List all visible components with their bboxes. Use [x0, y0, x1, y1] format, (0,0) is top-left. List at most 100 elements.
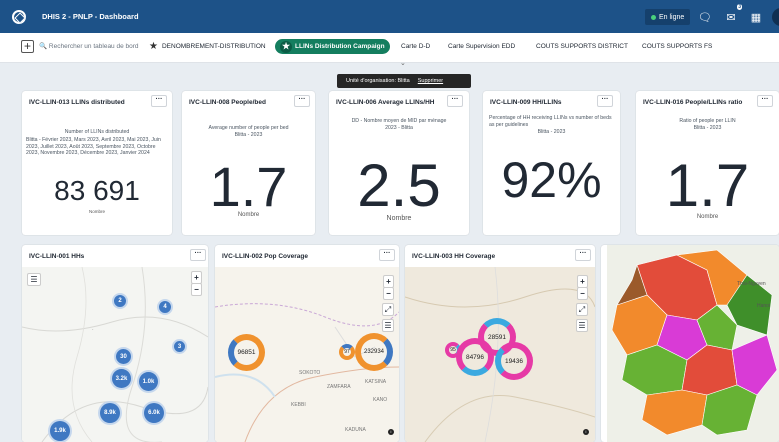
map-card-choropleth: Thai-Nguyen Hanoi	[601, 245, 779, 442]
map-place-label: SOKOTO	[299, 370, 321, 376]
more-options-button[interactable]: ···	[294, 95, 310, 107]
more-options-button[interactable]: ···	[575, 249, 591, 261]
map-card-pop-coverage: IVC-LLIN-002 Pop Coverage ··· + − ⤢ ☰ 96…	[215, 245, 399, 442]
map-cluster[interactable]: 6.0k	[142, 401, 166, 425]
card-period: Blitta - 2023	[693, 125, 722, 131]
map-cluster[interactable]: 4	[157, 299, 173, 315]
legend-icon[interactable]: ☰	[576, 319, 588, 332]
card-value: 2.5	[357, 152, 441, 219]
zoom-out-button[interactable]: −	[191, 283, 202, 296]
org-unit-text: Unité d'organisation: Blitta	[346, 78, 410, 84]
zoom-out-button[interactable]: −	[577, 287, 588, 300]
dashboard-bar: + 🔍 Rechercher un tableau de bord DENOMB…	[0, 33, 779, 63]
ring-value: 232934	[363, 349, 385, 355]
dashboard-chip-carte-supervision[interactable]: Carte Supervision EDD	[443, 39, 520, 54]
map-card-hh-coverage: IVC-LLIN-003 HH Coverage ··· + − ⤢ ☰ 285…	[405, 245, 595, 442]
more-options-button[interactable]: ···	[190, 249, 206, 261]
hh-coverage-ring[interactable]: 19436	[495, 342, 533, 380]
hh-coverage-ring[interactable]: 84796	[456, 338, 494, 376]
card-value: 92%	[501, 152, 602, 208]
card-title: IVC-LLIN-009 HH/LLINs	[490, 99, 562, 106]
messages-icon[interactable]: ✉ 3	[723, 4, 742, 25]
card-unit: Nombre	[237, 212, 260, 218]
more-options-button[interactable]: ···	[379, 249, 395, 261]
map-place-label: Hanoi	[757, 303, 771, 309]
card-period: Blitta - 2023	[234, 132, 263, 138]
card-period: Blitta - Février 2023, Mars 2023, Avril …	[26, 137, 161, 156]
online-dot-icon	[651, 14, 656, 20]
card-description: Percentage of HH receiving LLINs vs numb…	[489, 115, 612, 128]
card-value: 83 691	[54, 175, 140, 206]
more-options-button[interactable]: ···	[597, 95, 613, 107]
map-card-hhs: IVC-LLIN-001 HHs ··· ☰ + − · 2 4 3 30 3.…	[22, 245, 208, 442]
dashboard-chip-carte-dd[interactable]: Carte D-D	[396, 39, 435, 54]
dashboard-chip-couts-district[interactable]: COUTS SUPPORTS DISTRICT	[531, 39, 633, 54]
card-description: DD - Nombre moyen de MID par ménage	[351, 118, 447, 124]
card-description: Ratio of people per LLIN	[679, 118, 736, 124]
ring-value: 96851	[237, 349, 256, 356]
card-title: IVC-LLIN-001 HHs	[29, 253, 85, 260]
map-cluster[interactable]: 8.9k	[98, 401, 122, 425]
fullscreen-icon[interactable]: ⤢	[382, 303, 394, 316]
card-people-per-bed: IVC-LLIN-008 People/bed ··· Average numb…	[182, 91, 315, 235]
map-cluster[interactable]: 1.0k	[137, 370, 160, 393]
pop-coverage-ring[interactable]: 232934	[355, 333, 393, 371]
map-place-label: ZAMFARA	[327, 384, 351, 390]
map-pop-coverage[interactable]: + − ⤢ ☰ 96851 97 232934 SOKOTO ZAMFARA K…	[215, 267, 399, 442]
map-cluster[interactable]: 1.9k	[48, 419, 72, 442]
zoom-out-button[interactable]: −	[383, 287, 394, 300]
org-unit-filter-tooltip: Unité d'organisation: Blitta Supprimer	[337, 74, 471, 88]
card-title: IVC-LLIN-002 Pop Coverage	[222, 253, 308, 260]
info-icon[interactable]: i	[583, 429, 589, 435]
remove-filter-link[interactable]: Supprimer	[418, 78, 443, 84]
interpretations-icon[interactable]: 🗨	[697, 9, 713, 25]
info-icon[interactable]: i	[388, 429, 394, 435]
more-options-button[interactable]: ···	[151, 95, 167, 107]
map-place-label: KANO	[373, 397, 388, 403]
legend-icon[interactable]: ☰	[27, 273, 41, 286]
dhis2-logo-icon[interactable]	[12, 9, 26, 24]
ring-value: 97	[344, 349, 350, 355]
card-title: IVC-LLIN-016 People/LLINs ratio	[643, 99, 743, 106]
map-choropleth[interactable]: Thai-Nguyen Hanoi	[607, 245, 779, 442]
fullscreen-icon[interactable]: ⤢	[576, 303, 588, 316]
card-title: IVC-LLIN-003 HH Coverage	[412, 253, 496, 260]
card-title: IVC-LLIN-013 LLINs distributed	[29, 99, 125, 106]
card-unit: Nombre	[88, 209, 105, 214]
online-label: En ligne	[659, 13, 685, 21]
card-llins-distributed: IVC-LLIN-013 LLINs distributed ··· Numbe…	[22, 91, 172, 235]
chevron-down-icon[interactable]: ⌄	[400, 59, 406, 67]
pop-coverage-ring[interactable]: 97	[339, 344, 355, 360]
choropleth-regions	[611, 249, 778, 436]
map-hh-coverage[interactable]: + − ⤢ ☰ 28591 95 84796 19436 i	[405, 267, 595, 442]
map-hhs[interactable]: ☰ + − · 2 4 3 30 3.2k 1.0k 8.9k 6.0k 1.9…	[22, 267, 208, 442]
map-place-label: ·	[92, 327, 94, 333]
card-description: Average number of people per bed	[208, 125, 289, 131]
card-title: IVC-LLIN-008 People/bed	[189, 99, 266, 106]
more-options-button[interactable]: ···	[757, 95, 773, 107]
map-place-label: KADUNA	[345, 427, 366, 433]
search-input[interactable]: 🔍 Rechercher un tableau de bord	[39, 42, 145, 50]
map-cluster[interactable]: 3	[172, 339, 187, 354]
map-cluster[interactable]: 3.2k	[110, 367, 133, 390]
apps-grid-icon[interactable]: ▦	[748, 9, 764, 25]
dashboard-chip-denombrement[interactable]: DENOMBREMENT-DISTRIBUTION	[144, 39, 271, 54]
dashboard-chip-llins-campaign[interactable]: LLINs Distribution Campaign	[275, 39, 390, 54]
messages-badge: 3	[737, 4, 742, 10]
online-status: En ligne	[645, 9, 691, 25]
add-dashboard-button[interactable]: +	[21, 40, 34, 53]
map-place-label: KATSINA	[365, 379, 387, 385]
app-title: DHIS 2 - PNLP - Dashboard	[42, 12, 139, 21]
legend-icon[interactable]: ☰	[382, 319, 394, 332]
dashboard-chip-couts-fs[interactable]: COUTS SUPPORTS FS	[637, 39, 717, 54]
more-options-button[interactable]: ···	[447, 95, 463, 107]
map-cluster[interactable]: 2	[112, 293, 128, 309]
map-place-label: KEBBI	[291, 402, 306, 408]
map-cluster[interactable]: 30	[114, 347, 133, 366]
pop-coverage-ring[interactable]: 96851	[228, 334, 265, 371]
card-value: 1.7	[665, 152, 750, 219]
card-period: 2023 - Blitta	[385, 125, 413, 131]
card-value: 1.7	[209, 155, 288, 218]
card-unit: Nombre	[696, 214, 719, 220]
card-hh-per-llins: IVC-LLIN-009 HH/LLINs ··· Percentage of …	[483, 91, 620, 235]
